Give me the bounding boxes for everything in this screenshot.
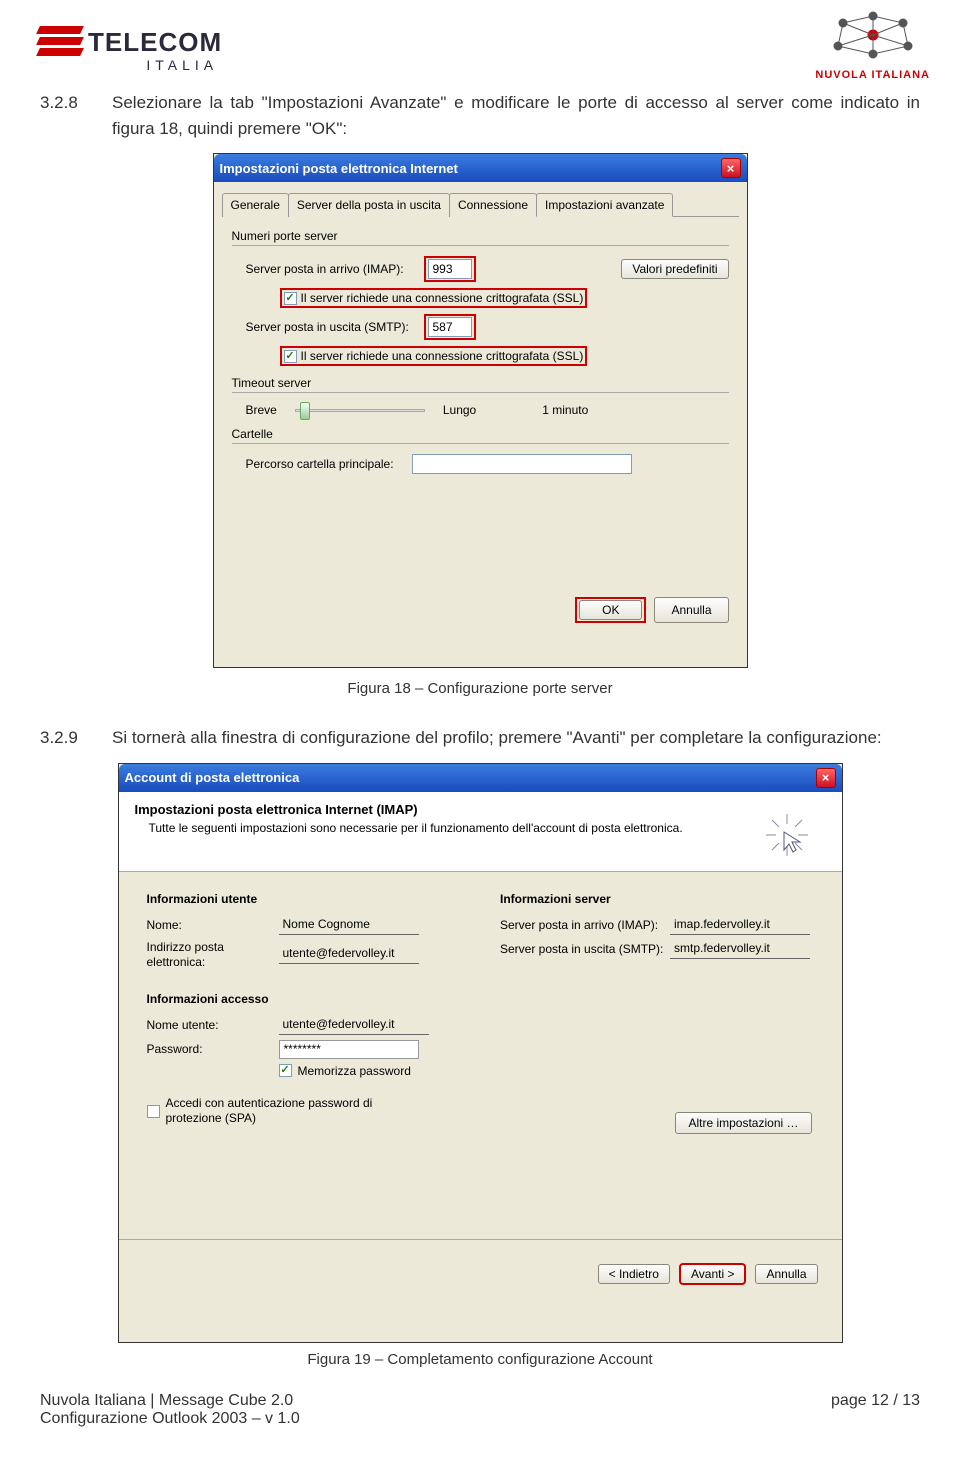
tab-general[interactable]: Generale <box>222 193 289 217</box>
telecom-name: TELECOM <box>88 27 222 58</box>
footer-line2: Configurazione Outlook 2003 – v 1.0 <box>40 1410 300 1428</box>
email-input[interactable]: utente@federvolley.it <box>279 945 419 964</box>
dialog-advanced-settings: Impostazioni posta elettronica Internet … <box>213 153 748 668</box>
minuto-label: 1 minuto <box>542 403 588 417</box>
cancel-button[interactable]: Annulla <box>654 597 728 623</box>
in-input[interactable]: imap.federvolley.it <box>670 916 810 935</box>
footer-line1: Nuvola Italiana | Message Cube 2.0 <box>40 1392 300 1410</box>
section-num: 3.2.8 <box>40 90 112 141</box>
cancel-button-2[interactable]: Annulla <box>755 1264 817 1284</box>
section-num-2: 3.2.9 <box>40 725 112 751</box>
section-text-2: Si tornerà alla finestra di configurazio… <box>112 725 920 751</box>
more-settings-button[interactable]: Altre impostazioni … <box>675 1112 811 1134</box>
section-text: Selezionare la tab "Impostazioni Avanzat… <box>112 90 920 141</box>
figure-18-caption: Figura 18 – Configurazione porte server <box>0 680 960 697</box>
back-button[interactable]: < Indietro <box>598 1264 670 1284</box>
ssl2-checkbox[interactable]: ✓ <box>284 350 297 363</box>
cursor-star-icon <box>762 810 812 860</box>
telecom-stripes-icon <box>38 26 82 59</box>
titlebar-2[interactable]: Account di posta elettronica × <box>119 764 842 792</box>
smtp-label: Server posta in uscita (SMTP): <box>246 320 418 334</box>
group-access: Informazioni accesso <box>147 992 461 1006</box>
next-button[interactable]: Avanti > <box>680 1264 745 1284</box>
dialog-title: Impostazioni posta elettronica Internet <box>220 161 458 176</box>
ssl2-label: Il server richiede una connessione critt… <box>301 349 584 363</box>
pass-label: Password: <box>147 1042 279 1057</box>
out-input[interactable]: smtp.federvolley.it <box>670 940 810 959</box>
name-label: Nome: <box>147 918 279 933</box>
imap-port-highlight <box>424 256 476 282</box>
ok-highlight: OK <box>575 597 646 623</box>
imap-port-input[interactable] <box>428 259 472 279</box>
spa-checkbox[interactable]: ✓ <box>147 1105 160 1118</box>
group-folders: Cartelle <box>232 427 729 441</box>
imap-label: Server posta in arrivo (IMAP): <box>246 262 418 276</box>
nuvola-cloud-icon <box>828 8 918 60</box>
wizard-title: Impostazioni posta elettronica Internet … <box>135 802 826 817</box>
tab-connection[interactable]: Connessione <box>449 193 537 217</box>
tab-outgoing[interactable]: Server della posta in uscita <box>288 193 450 217</box>
in-label: Server posta in arrivo (IMAP): <box>500 918 670 933</box>
titlebar[interactable]: Impostazioni posta elettronica Internet … <box>214 154 747 182</box>
breve-label: Breve <box>246 403 277 417</box>
user-input[interactable]: utente@federvolley.it <box>279 1016 429 1035</box>
lungo-label: Lungo <box>443 403 476 417</box>
group-ports: Numeri porte server <box>232 229 729 243</box>
folder-label: Percorso cartella principale: <box>246 457 406 471</box>
group-server: Informazioni server <box>500 892 814 906</box>
pass-input[interactable]: ******** <box>279 1040 419 1059</box>
nuvola-label: NUVOLA ITALIANA <box>815 69 930 81</box>
ssl1-label: Il server richiede una connessione critt… <box>301 291 584 305</box>
group-user: Informazioni utente <box>147 892 461 906</box>
ok-button[interactable]: OK <box>579 600 642 620</box>
defaults-button[interactable]: Valori predefiniti <box>621 259 728 279</box>
remember-label: Memorizza password <box>298 1064 411 1078</box>
wizard-desc: Tutte le seguenti impostazioni sono nece… <box>135 821 695 835</box>
telecom-logo: TELECOM ITALIA <box>38 26 222 73</box>
nuvola-logo: NUVOLA ITALIANA <box>815 8 930 81</box>
close-icon[interactable]: × <box>721 158 741 178</box>
dialog2-title: Account di posta elettronica <box>125 770 300 785</box>
smtp-port-input[interactable] <box>428 317 472 337</box>
group-timeout: Timeout server <box>232 376 729 390</box>
ssl1-highlight: ✓ Il server richiede una connessione cri… <box>280 288 588 308</box>
ssl2-highlight: ✓ Il server richiede una connessione cri… <box>280 346 588 366</box>
telecom-sub: ITALIA <box>38 57 222 73</box>
name-input[interactable]: Nome Cognome <box>279 916 419 935</box>
spa-label: Accedi con autenticazione password di pr… <box>166 1096 386 1127</box>
ssl1-checkbox[interactable]: ✓ <box>284 292 297 305</box>
figure-19-caption: Figura 19 – Completamento configurazione… <box>0 1351 960 1368</box>
timeout-slider[interactable] <box>295 409 425 412</box>
user-label: Nome utente: <box>147 1018 279 1033</box>
tab-advanced[interactable]: Impostazioni avanzate <box>536 193 673 217</box>
remember-checkbox[interactable]: ✓ <box>279 1064 292 1077</box>
smtp-port-highlight <box>424 314 476 340</box>
email-label: Indirizzo posta elettronica: <box>147 940 279 970</box>
close-icon-2[interactable]: × <box>816 768 836 788</box>
folder-input[interactable] <box>412 454 632 474</box>
out-label: Server posta in uscita (SMTP): <box>500 942 670 957</box>
footer-page: page 12 / 13 <box>831 1392 920 1428</box>
dialog-email-account: Account di posta elettronica × Impostazi… <box>118 763 843 1343</box>
